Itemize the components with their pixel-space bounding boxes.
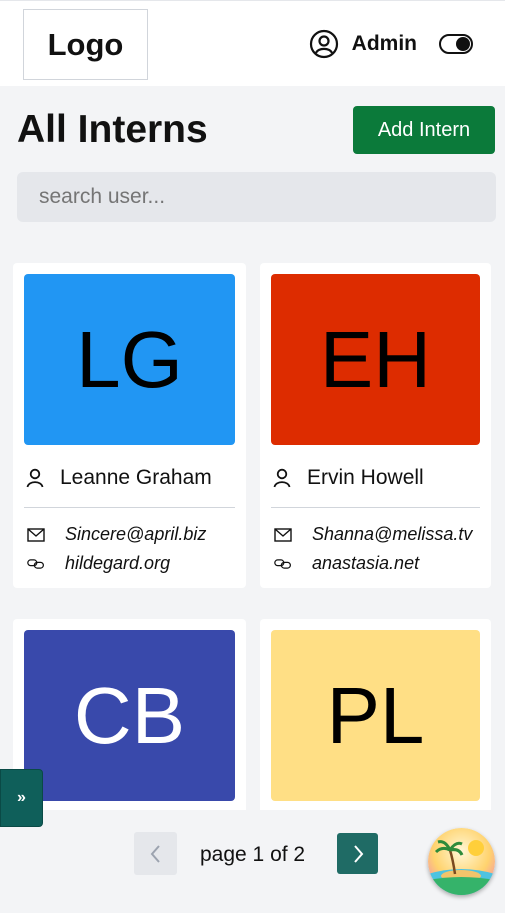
- beach-app-button[interactable]: [428, 828, 495, 895]
- avatar-initials: EH: [319, 314, 432, 404]
- intern-card[interactable]: LG Leanne Graham Sincere@april.biz hilde…: [13, 263, 246, 588]
- user-name: Admin: [351, 32, 417, 55]
- intern-card[interactable]: CB: [13, 619, 246, 819]
- page-indicator: page 1 of 2: [200, 843, 306, 866]
- card-divider: [271, 507, 480, 508]
- mail-icon: [27, 527, 45, 542]
- chevron-left-icon: [150, 844, 160, 863]
- theme-toggle[interactable]: [439, 34, 473, 54]
- intern-name: Leanne Graham: [60, 466, 212, 489]
- add-intern-button[interactable]: Add Intern: [353, 106, 495, 154]
- logo[interactable]: Logo: [23, 9, 148, 80]
- intern-website-row: anastasia.net: [274, 553, 419, 574]
- mail-icon: [274, 527, 292, 542]
- intern-avatar: EH: [271, 274, 480, 445]
- intern-card[interactable]: EH Ervin Howell Shanna@melissa.tv anasta…: [260, 263, 491, 588]
- intern-email-row: Sincere@april.biz: [27, 524, 206, 545]
- intern-website-row: hildegard.org: [27, 553, 170, 574]
- user-menu[interactable]: Admin: [309, 29, 473, 59]
- intern-avatar: CB: [24, 630, 235, 801]
- sidebar-expand-button[interactable]: »: [0, 769, 43, 827]
- intern-website[interactable]: hildegard.org: [65, 553, 170, 574]
- intern-name-row: Leanne Graham: [26, 466, 212, 490]
- toggle-icon: [456, 37, 470, 51]
- previous-page-button[interactable]: [134, 832, 177, 875]
- intern-email[interactable]: Sincere@april.biz: [65, 524, 206, 545]
- person-icon: [273, 468, 291, 488]
- next-page-button[interactable]: [337, 833, 378, 874]
- intern-name: Ervin Howell: [307, 466, 424, 489]
- avatar-initials: LG: [76, 314, 183, 404]
- link-icon: [27, 558, 44, 569]
- intern-website[interactable]: anastasia.net: [312, 553, 419, 574]
- avatar-initials: CB: [73, 670, 186, 760]
- app-header: Logo Admin: [0, 0, 505, 86]
- intern-email-row: Shanna@melissa.tv: [274, 524, 472, 545]
- intern-avatar: PL: [271, 630, 480, 801]
- search-input[interactable]: [17, 172, 496, 222]
- intern-avatar: LG: [24, 274, 235, 445]
- link-icon: [274, 558, 291, 569]
- chevron-right-icon: [353, 844, 363, 863]
- card-divider: [24, 507, 235, 508]
- beach-icon: [428, 828, 495, 895]
- intern-card[interactable]: PL: [260, 619, 491, 819]
- intern-email[interactable]: Shanna@melissa.tv: [312, 524, 472, 545]
- avatar-initials: PL: [326, 670, 425, 760]
- user-circle-icon: [309, 29, 338, 59]
- intern-name-row: Ervin Howell: [273, 466, 424, 490]
- page-title: All Interns: [17, 108, 208, 151]
- person-icon: [26, 468, 44, 488]
